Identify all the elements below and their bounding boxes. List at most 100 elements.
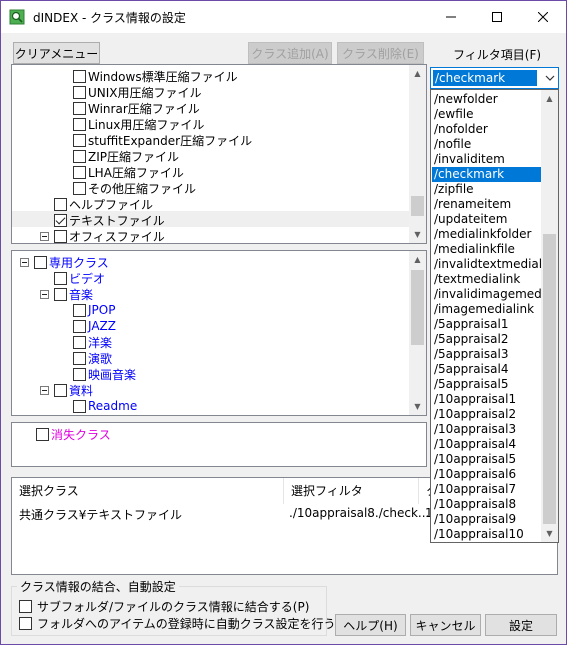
scroll-thumb[interactable] [411, 196, 424, 216]
checkbox[interactable] [54, 287, 67, 301]
dropdown-option[interactable]: /nofile [432, 137, 542, 152]
merge-option-checkbox[interactable]: サブフォルダ/ファイルのクラス情報に結合する(P) [19, 598, 309, 615]
checkbox[interactable] [73, 165, 86, 179]
scroll-down-icon[interactable]: ▼ [409, 226, 426, 243]
scroll-up-icon[interactable]: ▲ [541, 90, 558, 107]
scroll-up-icon[interactable]: ▲ [409, 65, 426, 82]
combo-dropdown-button[interactable] [541, 68, 558, 88]
scroll-thumb[interactable] [543, 234, 556, 524]
checkbox[interactable] [73, 351, 86, 365]
clear-menu-button[interactable]: クリアメニュー [13, 42, 100, 64]
tree-item-zip[interactable]: ZIP圧縮ファイル [73, 148, 179, 164]
checkbox[interactable] [73, 117, 86, 131]
maximize-button[interactable] [474, 1, 520, 33]
tree-item-linux-zip[interactable]: Linux用圧縮ファイル [73, 116, 204, 132]
tree-item-documents[interactable]: 資料 [40, 382, 93, 398]
dropdown-option[interactable]: /10appraisal9 [432, 512, 542, 527]
checkbox[interactable] [73, 335, 86, 349]
scroll-down-icon[interactable]: ▼ [409, 398, 426, 415]
checkbox[interactable] [73, 399, 86, 413]
dropdown-option[interactable]: /10appraisal2 [432, 407, 542, 422]
checkbox[interactable] [73, 303, 86, 317]
checkbox[interactable] [19, 617, 32, 630]
tree-item-other-zip[interactable]: その他圧縮ファイル [73, 180, 196, 196]
delete-class-button[interactable]: クラス削除(E) [337, 42, 424, 64]
dropdown-option[interactable]: /invalidtextmedialink [432, 257, 542, 272]
dropdown-option[interactable]: /10appraisal1 [432, 392, 542, 407]
help-button[interactable]: ヘルプ(H) [335, 614, 406, 636]
dropdown-option[interactable]: /newfolder [432, 92, 542, 107]
dropdown-option[interactable]: /medialinkfolder [432, 227, 542, 242]
dropdown-option[interactable]: /5appraisal4 [432, 362, 542, 377]
tree-item-video[interactable]: ビデオ [54, 270, 105, 286]
tree-item-windows-zip[interactable]: Windows標準圧縮ファイル [73, 68, 238, 84]
tree-item-text-file[interactable]: テキストファイル [54, 212, 165, 228]
collapse-toggle[interactable] [40, 289, 49, 299]
dropdown-option[interactable]: /10appraisal4 [432, 437, 542, 452]
tree-item-winrar-zip[interactable]: Winrar圧縮ファイル [73, 100, 200, 116]
lost-class-panel[interactable]: 消失クラス [11, 422, 427, 467]
dropdown-option[interactable]: /textmedialink [432, 272, 542, 287]
dropdown-option[interactable]: /nofolder [432, 122, 542, 137]
dropdown-option[interactable]: /zipfile [432, 182, 542, 197]
dropdown-option[interactable]: /imagemedialink [432, 302, 542, 317]
tree-item-stuffit-zip[interactable]: stuffitExpander圧縮ファイル [73, 132, 252, 148]
dropdown-option[interactable]: /10appraisal8 [432, 497, 542, 512]
tree-item-lha[interactable]: LHA圧縮ファイル [73, 164, 184, 180]
close-button[interactable] [520, 1, 566, 33]
tree-item-music[interactable]: 音楽 [40, 286, 93, 302]
scroll-up-icon[interactable]: ▲ [409, 251, 426, 268]
checkbox[interactable] [19, 600, 32, 613]
dropdown-option-selected[interactable]: /checkmark [432, 167, 542, 182]
dropdown-option[interactable]: /10appraisal5 [432, 452, 542, 467]
dropdown-scrollbar[interactable]: ▲ ▼ [541, 90, 558, 542]
checkbox-checked[interactable] [54, 213, 67, 227]
dropdown-option[interactable]: /10appraisal10 [432, 527, 542, 542]
add-class-button[interactable]: クラス追加(A) [248, 42, 332, 64]
collapse-toggle[interactable] [40, 231, 49, 241]
auto-option-checkbox[interactable]: フォルダへのアイテムの登録時に自動クラス設定を行う(U) [19, 615, 354, 632]
dropdown-option[interactable]: /10appraisal6 [432, 467, 542, 482]
dropdown-option[interactable]: /ewfile [432, 107, 542, 122]
ok-button[interactable]: 設定 [485, 614, 557, 636]
tree-item-movie-music[interactable]: 映画音楽 [73, 366, 136, 382]
checkbox[interactable] [73, 133, 86, 147]
checkbox[interactable] [73, 85, 86, 99]
dropdown-option[interactable]: /invalidimagemedialink [432, 287, 542, 302]
column-header-filter[interactable]: 選択フィルタ [284, 478, 419, 504]
top-tree-scrollbar[interactable]: ▲ ▼ [409, 65, 426, 243]
tree-item-jpop[interactable]: JPOP [73, 302, 115, 318]
tree-item-readme[interactable]: Readme [73, 398, 137, 414]
top-class-tree[interactable]: Windows標準圧縮ファイル UNIX用圧縮ファイル Winrar圧縮ファイル… [11, 64, 427, 244]
checkbox[interactable] [36, 427, 49, 441]
dropdown-option[interactable]: /10appraisal3 [432, 422, 542, 437]
custom-tree-scrollbar[interactable]: ▲ ▼ [409, 251, 426, 415]
dropdown-option[interactable]: /5appraisal1 [432, 317, 542, 332]
tree-item-western-music[interactable]: 洋楽 [73, 334, 112, 350]
checkbox[interactable] [73, 181, 86, 195]
dropdown-option[interactable]: /invaliditem [432, 152, 542, 167]
filter-dropdown-list[interactable]: /newfolder/ewfile/nofolder/nofile/invali… [430, 89, 559, 543]
column-header-class[interactable]: 選択クラス [12, 478, 284, 504]
custom-class-tree[interactable]: 専用クラス ビデオ 音楽 JPOP JAZZ 洋楽 演歌 映画音楽 資料 Rea… [11, 250, 427, 416]
tree-item-jazz[interactable]: JAZZ [73, 318, 116, 334]
checkbox[interactable] [73, 367, 86, 381]
checkbox[interactable] [34, 255, 47, 269]
tree-item-help-file[interactable]: ヘルプファイル [54, 196, 153, 212]
scroll-thumb[interactable] [411, 270, 424, 345]
dropdown-option[interactable]: /10appraisal7 [432, 482, 542, 497]
tree-item-unix-zip[interactable]: UNIX用圧縮ファイル [73, 84, 202, 100]
minimize-button[interactable] [428, 1, 474, 33]
checkbox[interactable] [54, 229, 67, 243]
tree-item-enka[interactable]: 演歌 [73, 350, 112, 366]
dropdown-option[interactable]: /renameitem [432, 197, 542, 212]
checkbox[interactable] [54, 271, 67, 285]
checkbox[interactable] [54, 383, 67, 397]
dropdown-option[interactable]: /5appraisal5 [432, 377, 542, 392]
tree-item-lost-class[interactable]: 消失クラス [36, 426, 111, 442]
checkbox[interactable] [73, 101, 86, 115]
collapse-toggle[interactable] [40, 385, 49, 395]
collapse-toggle[interactable] [20, 257, 29, 267]
filter-combobox[interactable]: /checkmark [430, 67, 559, 89]
checkbox[interactable] [54, 197, 67, 211]
